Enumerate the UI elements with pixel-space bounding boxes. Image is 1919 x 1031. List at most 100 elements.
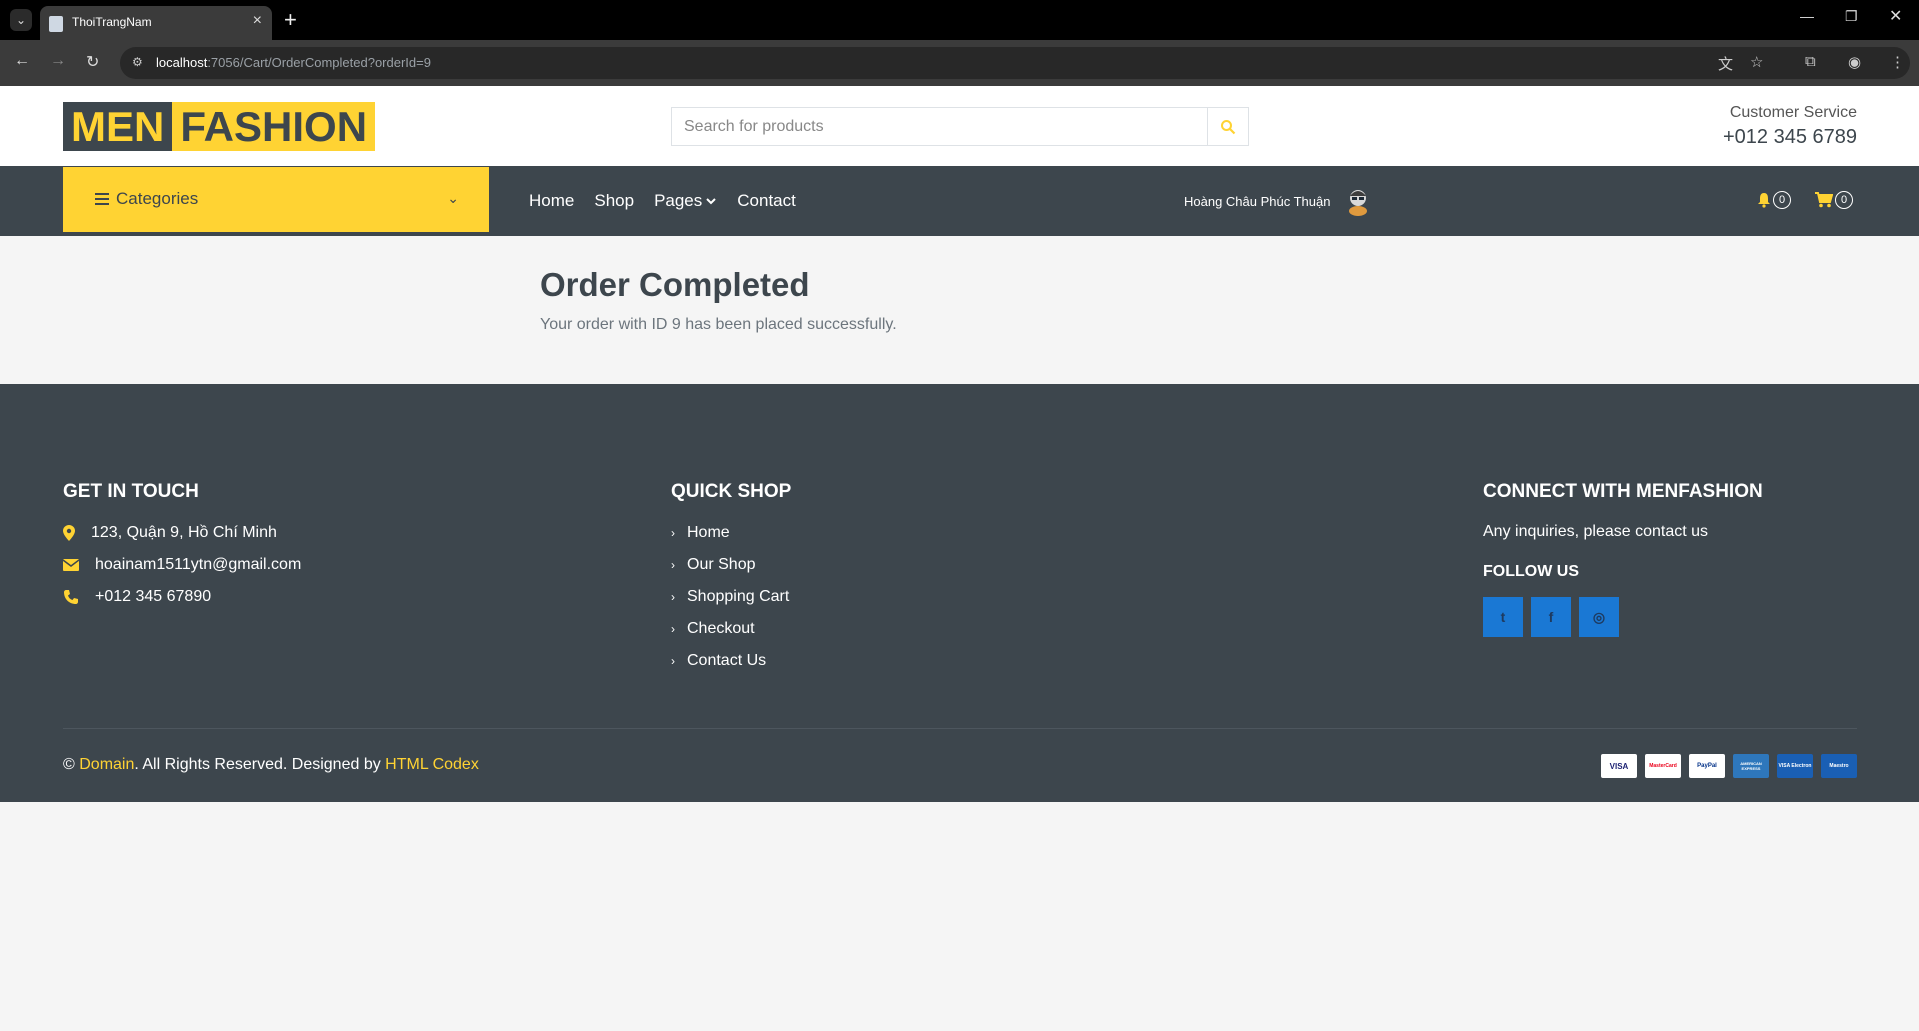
reload-icon[interactable]: ↻ (86, 52, 99, 72)
copyright: © Domain. All Rights Reserved. Designed … (63, 756, 479, 774)
paypal-icon: PayPal (1689, 754, 1725, 778)
search-form (671, 107, 1249, 146)
minimize-icon[interactable]: — (1800, 8, 1814, 24)
address-row: 123, Quận 9, Hồ Chí Minh (63, 523, 301, 543)
categories-toggle[interactable]: Categories ⌄ (63, 167, 489, 232)
bookmark-star-icon[interactable]: ☆ (1750, 53, 1763, 71)
quick-link-contact-us[interactable]: › Contact Us (671, 645, 791, 677)
chevron-right-icon: › (671, 622, 675, 636)
notifications-button[interactable]: 0 (1757, 191, 1791, 209)
restore-icon[interactable]: ❐ (1845, 8, 1858, 25)
chevron-right-icon: › (671, 526, 675, 540)
html-codex-link[interactable]: HTML Codex (385, 756, 479, 773)
extensions-icon[interactable]: ⧉ (1805, 53, 1816, 70)
phone-row: +012 345 67890 (63, 587, 301, 607)
chevron-right-icon: › (671, 558, 675, 572)
copyright-prefix: © (63, 756, 80, 773)
footer-quick-shop: QUICK SHOP › Home › Our Shop › Shopping Car… (671, 481, 791, 677)
email-row: hoainam1511ytn@gmail.com (63, 555, 301, 575)
email-text[interactable]: hoainam1511ytn@gmail.com (95, 556, 301, 574)
quick-link-home[interactable]: › Home (671, 517, 791, 549)
follow-us-heading: FOLLOW US (1483, 563, 1579, 580)
instagram-button[interactable]: ◎ (1579, 597, 1619, 637)
browser-tab[interactable]: ThoiTrangNam × (40, 6, 272, 40)
customer-service: Customer Service +012 345 6789 (1723, 104, 1857, 149)
connect-text: Any inquiries, please contact us (1483, 523, 1709, 540)
quick-link-label: Contact Us (687, 652, 767, 669)
site-header: MEN FASHION Customer Service +012 345 67… (0, 86, 1919, 166)
profile-icon[interactable]: ◉ (1848, 53, 1861, 71)
search-icon (1221, 119, 1236, 134)
quick-link-label: Home (687, 524, 730, 541)
user-name: Hoàng Châu Phúc Thuận (1184, 193, 1331, 209)
site-logo[interactable]: MEN FASHION (63, 102, 376, 151)
logo-part-men: MEN (63, 102, 173, 151)
copyright-text: . All Rights Reserved. Designed by (134, 756, 386, 773)
maestro-icon: Maestro (1821, 754, 1857, 778)
main-content: Order Completed Your order with ID 9 has… (0, 236, 1919, 384)
facebook-button[interactable]: f (1531, 597, 1571, 637)
bars-icon (95, 193, 109, 205)
url-text: localhost:7056/Cart/OrderCompleted?order… (156, 55, 431, 70)
search-button[interactable] (1207, 108, 1248, 145)
tab-search-button[interactable]: ⌄ (10, 9, 32, 31)
cart-icon (1815, 192, 1833, 208)
notification-count: 0 (1773, 191, 1791, 209)
browser-menu-icon[interactable]: ⋮ (1890, 53, 1905, 71)
facebook-icon: f (1548, 609, 1554, 625)
address-text: 123, Quận 9, Hồ Chí Minh (91, 524, 277, 541)
nav-pages[interactable]: Pages (654, 191, 717, 211)
domain-link[interactable]: Domain (79, 756, 134, 773)
logo-part-fashion: FASHION (180, 103, 368, 150)
order-message: Your order with ID 9 has been placed suc… (540, 316, 897, 333)
site-info-icon[interactable]: ⚙ (132, 55, 143, 69)
browser-tabbar: ⌄ ThoiTrangNam × + — ❐ ✕ (0, 0, 1919, 40)
phone-text: +012 345 67890 (95, 588, 212, 605)
quick-link-our-shop[interactable]: › Our Shop (671, 549, 791, 581)
page-title: Order Completed (540, 266, 810, 303)
tab-close-icon[interactable]: × (253, 12, 262, 30)
quick-link-checkout[interactable]: › Checkout (671, 613, 791, 645)
address-bar[interactable]: ⚙ localhost:7056/Cart/OrderCompleted?ord… (120, 47, 1910, 79)
forward-icon[interactable]: → (50, 52, 66, 70)
avatar (1349, 190, 1368, 216)
cart-count: 0 (1835, 191, 1853, 209)
quick-shop-heading: QUICK SHOP (671, 481, 792, 502)
instagram-icon: ◎ (1592, 608, 1606, 625)
nav-shop[interactable]: Shop (594, 191, 634, 211)
nav-home[interactable]: Home (529, 191, 574, 211)
customer-service-phone: +012 345 6789 (1722, 126, 1857, 148)
map-marker-icon (63, 525, 75, 541)
get-in-touch-heading: GET IN TOUCH (63, 481, 199, 502)
main-navbar: Categories ⌄ Home Shop Pages Contact Hoà… (0, 166, 1919, 236)
bell-icon (1758, 193, 1770, 208)
quick-link-label: Checkout (687, 620, 755, 637)
chevron-down-icon: ⌄ (447, 190, 459, 206)
envelope-icon (63, 559, 79, 571)
amex-icon: AMERICAN EXPRESS (1733, 754, 1769, 778)
user-account[interactable]: Hoàng Châu Phúc Thuận (1184, 186, 1372, 216)
browser-toolbar: ← → ↻ ⚙ localhost:7056/Cart/OrderComplet… (0, 40, 1919, 86)
nav-pages-label: Pages (654, 191, 703, 210)
quick-link-shopping-cart[interactable]: › Shopping Cart (671, 581, 791, 613)
twitter-button[interactable]: t (1483, 597, 1523, 637)
chevron-down-icon (706, 198, 716, 205)
nav-contact[interactable]: Contact (737, 191, 796, 211)
footer-connect: CONNECT WITH MENFASHION Any inquiries, p… (1483, 481, 1763, 637)
customer-service-label: Customer Service (1729, 104, 1857, 121)
quick-link-label: Our Shop (687, 556, 756, 573)
site-footer: GET IN TOUCH 123, Quận 9, Hồ Chí Minh ho… (0, 384, 1919, 802)
footer-divider (63, 728, 1857, 729)
close-window-icon[interactable]: ✕ (1889, 6, 1902, 26)
visa-electron-icon: VISA Electron (1777, 754, 1813, 778)
phone-icon (64, 590, 78, 604)
twitter-icon: t (1500, 609, 1506, 625)
back-icon[interactable]: ← (14, 52, 30, 70)
search-input[interactable] (672, 108, 1208, 145)
new-tab-icon[interactable]: + (284, 7, 297, 33)
chevron-right-icon: › (671, 654, 675, 668)
tab-title: ThoiTrangNam (72, 15, 152, 29)
nav-menu: Home Shop Pages Contact (529, 191, 816, 211)
translate-icon[interactable]: 文 (1718, 53, 1733, 74)
cart-button[interactable]: 0 (1815, 191, 1853, 209)
